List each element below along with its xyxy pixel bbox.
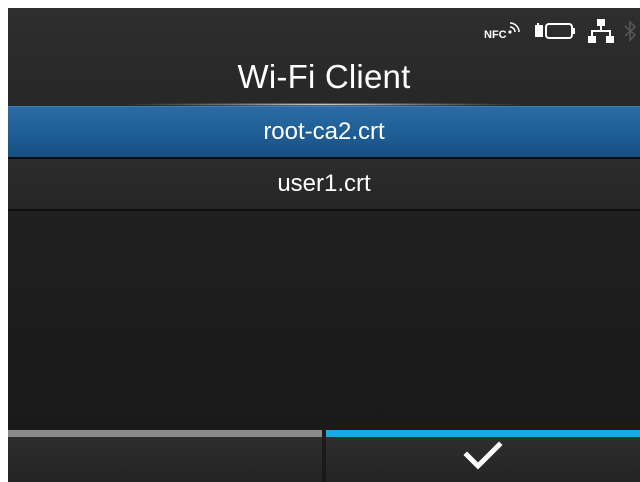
page-header: Wi-Fi Client [8, 48, 640, 106]
battery-icon [534, 20, 578, 42]
svg-text:NFC: NFC [484, 29, 507, 41]
status-bar: NFC [484, 16, 636, 46]
confirm-button[interactable] [326, 430, 640, 482]
nfc-icon: NFC [484, 20, 524, 42]
confirm-button-accent [326, 430, 640, 437]
left-button-accent [8, 430, 322, 437]
checkmark-icon [463, 441, 503, 471]
list-item-label: root-ca2.crt [263, 118, 385, 145]
left-soft-button[interactable] [8, 430, 322, 482]
printer-display: NFC Wi-Fi Client root-ca2.crt user1.crt [8, 8, 640, 482]
soft-button-bar [8, 430, 640, 482]
network-icon [588, 18, 614, 44]
certificate-list: root-ca2.crt user1.crt [8, 106, 640, 211]
list-item-label: user1.crt [277, 170, 371, 197]
page-title: Wi-Fi Client [237, 58, 411, 95]
list-item-user1[interactable]: user1.crt [8, 159, 640, 211]
bluetooth-icon [624, 18, 636, 44]
list-item-root-ca2[interactable]: root-ca2.crt [8, 106, 640, 159]
